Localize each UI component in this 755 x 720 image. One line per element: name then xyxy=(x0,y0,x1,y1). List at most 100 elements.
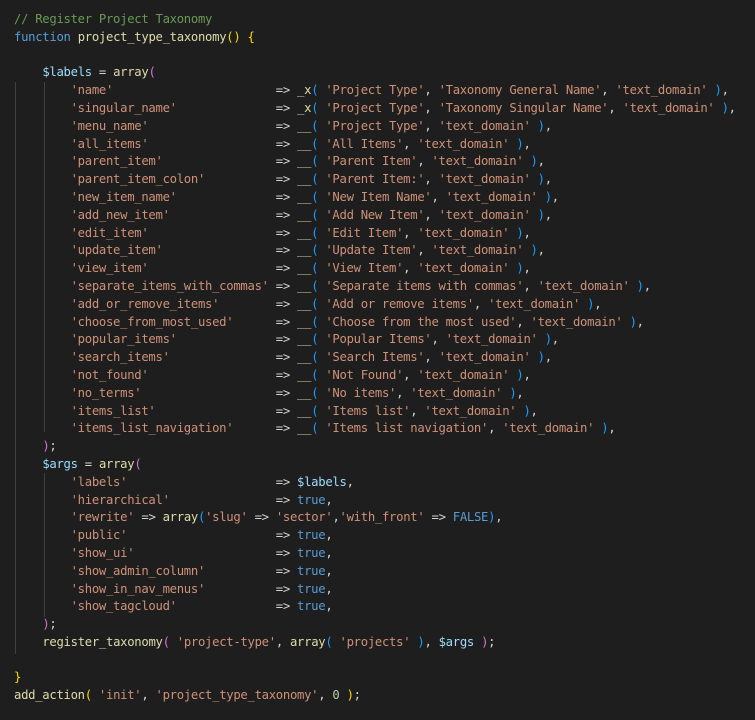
code-token: ) xyxy=(537,350,545,365)
code-token: ) xyxy=(537,118,545,133)
code-token: ( xyxy=(84,688,92,703)
code-token: ) xyxy=(544,332,552,347)
code-token: __ xyxy=(297,421,312,436)
code-token: , xyxy=(544,118,552,133)
code-token: 'No items' xyxy=(325,385,397,400)
code-token: => xyxy=(148,118,298,133)
code-line: $labels = array( xyxy=(14,64,736,82)
code-token: => xyxy=(268,278,298,293)
code-token: 'choose_from_most_used' xyxy=(70,314,234,329)
code-token: true xyxy=(297,581,326,596)
code-token: , xyxy=(403,261,418,276)
code-token: $args xyxy=(42,456,78,471)
code-editor[interactable]: // Register Project Taxonomy function pro… xyxy=(0,0,755,720)
code-token: , xyxy=(608,100,623,115)
code-line: 'show_in_nav_menus' => true, xyxy=(14,581,736,599)
code-token: __ xyxy=(297,136,312,151)
code-token: 'Items list' xyxy=(325,403,411,418)
code-token: __ xyxy=(297,261,312,276)
code-token: { xyxy=(247,29,255,44)
code-token: => xyxy=(155,403,298,418)
code-token: ) xyxy=(629,314,637,329)
code-token: __ xyxy=(297,314,312,329)
code-token: , xyxy=(551,189,559,204)
code-line: ​ xyxy=(14,652,736,670)
code-token: 'All Items' xyxy=(325,136,404,151)
code-line: ); xyxy=(14,616,736,634)
code-content[interactable]: // Register Project Taxonomy function pro… xyxy=(14,11,736,705)
code-token: , xyxy=(544,207,552,222)
code-token: , xyxy=(431,332,446,347)
code-token: 'text_domain' xyxy=(438,350,531,365)
code-line: ); xyxy=(14,438,736,456)
code-token: => xyxy=(134,510,163,525)
code-token: 'items_list' xyxy=(70,403,156,418)
code-token: 'Parent Item:' xyxy=(325,172,425,187)
code-token: , xyxy=(594,296,602,311)
code-token: } xyxy=(14,670,22,685)
code-token: 'name' xyxy=(70,83,114,98)
code-token: , xyxy=(325,545,333,560)
code-token: , xyxy=(325,581,333,596)
code-token: => xyxy=(162,243,298,258)
code-token: true xyxy=(297,563,326,578)
code-token: => xyxy=(176,189,298,204)
code-token: 'show_admin_column' xyxy=(70,563,206,578)
code-token: , xyxy=(523,225,531,240)
code-token: => xyxy=(233,314,298,329)
code-token: = xyxy=(77,456,99,471)
code-token: 'text_domain' xyxy=(530,314,623,329)
code-token: ) xyxy=(537,207,545,222)
code-token: , xyxy=(523,367,531,382)
code-token: ( xyxy=(162,634,170,649)
code-token: = xyxy=(91,65,114,80)
code-token: , xyxy=(537,154,545,169)
code-token: add_action xyxy=(14,688,85,703)
code-token: , xyxy=(346,474,354,489)
code-token: __ xyxy=(297,367,312,382)
code-token: __ xyxy=(297,403,312,418)
code-token: => xyxy=(424,510,453,525)
code-token: ; xyxy=(353,688,361,703)
code-line: 'add_new_item' => __( 'Add New Item', 't… xyxy=(14,207,736,225)
code-token: 'add_or_remove_items' xyxy=(70,296,220,311)
code-token: , xyxy=(544,172,552,187)
code-token: register_taxonomy xyxy=(42,634,163,649)
code-line: 'choose_from_most_used' => __( 'Choose f… xyxy=(14,314,736,332)
code-line: 'view_item' => __( 'View Item', 'text_do… xyxy=(14,260,736,278)
code-token: , xyxy=(332,510,340,525)
code-token: __ xyxy=(297,350,312,365)
code-token: array xyxy=(289,634,326,649)
code-token: _x xyxy=(297,83,312,98)
code-token: // Register Project Taxonomy xyxy=(14,12,213,26)
code-token: 'New Item Name' xyxy=(325,189,432,204)
code-line: 'parent_item' => __( 'Parent Item', 'tex… xyxy=(14,153,736,171)
code-token: , xyxy=(516,385,524,400)
code-token: __ xyxy=(297,207,312,222)
code-token: 'Items list navigation' xyxy=(325,421,489,436)
code-token: __ xyxy=(297,225,312,240)
code-token: , xyxy=(551,332,559,347)
code-token: , xyxy=(417,243,432,258)
code-token: => xyxy=(205,581,298,596)
